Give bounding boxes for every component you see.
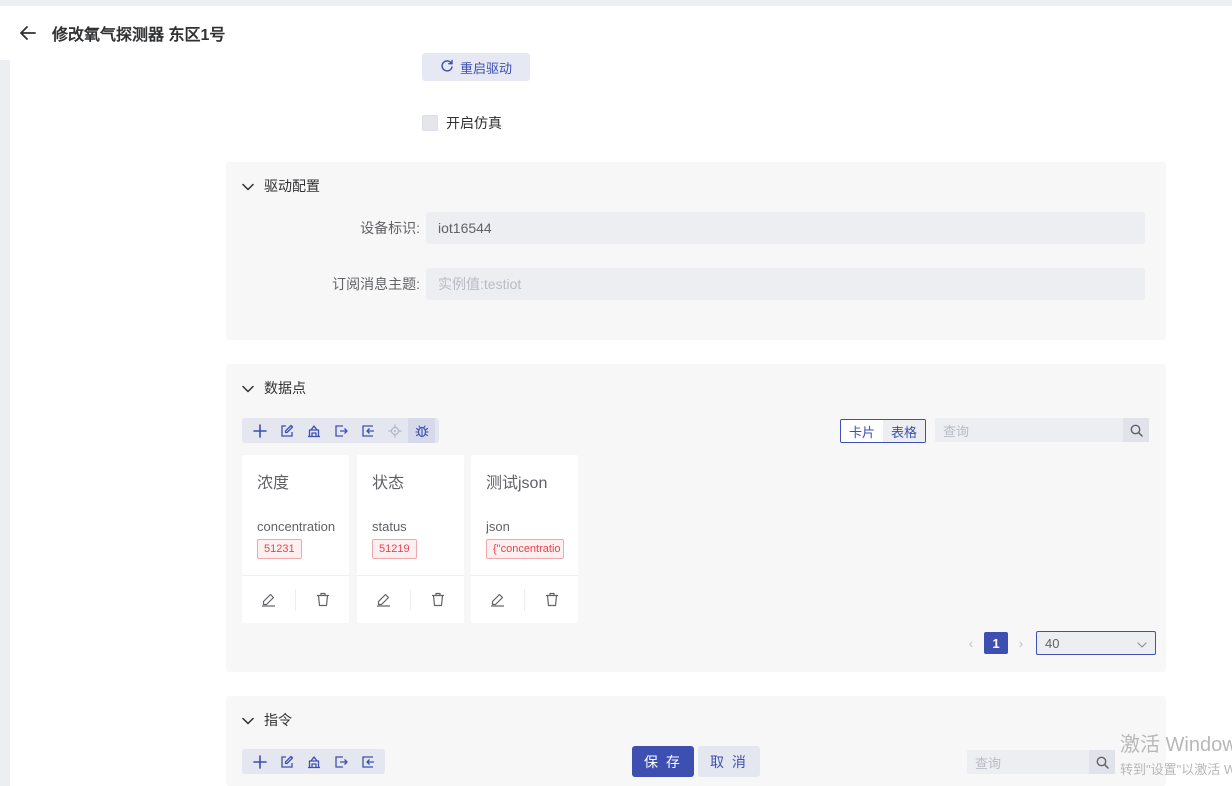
device-id-input[interactable]: iot16544 (426, 212, 1145, 244)
device-id-row: 设备标识: iot16544 (226, 212, 1166, 244)
save-button[interactable]: 保 存 (632, 746, 694, 777)
export-icon[interactable] (354, 418, 381, 443)
export-icon[interactable] (354, 749, 381, 774)
page-size-select[interactable]: 40 (1036, 631, 1156, 655)
datapoint-card: 浓度 concentration 51231 (242, 455, 349, 623)
datapoint-card-actions (357, 575, 464, 623)
restart-driver-button[interactable]: 重启驱动 (422, 53, 530, 81)
subscribe-topic-row: 订阅消息主题: 实例值:testiot (226, 268, 1166, 300)
search-icon[interactable] (1123, 418, 1149, 442)
edit-pencil-icon[interactable] (242, 588, 295, 612)
datapoint-card: 状态 status 51219 (357, 455, 464, 623)
search-icon[interactable] (1089, 750, 1115, 774)
delete-trash-icon[interactable] (296, 588, 349, 612)
page-title: 修改氧气探测器 东区1号 (52, 27, 226, 44)
building-icon[interactable] (300, 749, 327, 774)
commands-panel: 指令 查询 (226, 696, 1166, 786)
windows-activation-watermark: 激活 Windows 转到"设置"以激活 Windows。 (1120, 728, 1232, 778)
simulation-label: 开启仿真 (446, 115, 502, 131)
datapoint-card-key: concentration (257, 519, 336, 534)
import-icon[interactable] (327, 418, 354, 443)
datapoint-card-key: status (372, 519, 407, 534)
restart-driver-label: 重启驱动 (459, 60, 512, 76)
simulation-checkbox-row[interactable]: 开启仿真 (422, 113, 502, 133)
back-arrow-icon[interactable] (18, 23, 38, 43)
datapoint-card-value: {"concentratio (486, 539, 564, 559)
datapoints-panel: 数据点 卡片 表格 查询 浓度 concentration 51231 状态 s… (226, 364, 1166, 672)
chevron-down-icon (242, 380, 254, 396)
edit-pencil-icon[interactable] (471, 588, 524, 612)
building-icon[interactable] (300, 418, 327, 443)
next-page-icon[interactable]: › (1014, 635, 1028, 651)
watermark-line1: 激活 Windows (1120, 734, 1232, 756)
datapoints-toolbar (242, 418, 439, 443)
view-mode-toggle: 卡片 表格 (840, 419, 926, 443)
datapoint-card-value: 51231 (257, 539, 302, 559)
delete-trash-icon[interactable] (411, 588, 464, 612)
driver-config-panel: 驱动配置 设备标识: iot16544 订阅消息主题: 实例值:testiot (226, 162, 1166, 340)
commands-header[interactable]: 指令 (242, 710, 292, 730)
datapoint-card-key: json (486, 519, 510, 534)
commands-search: 查询 (967, 750, 1115, 774)
edit-icon[interactable] (273, 749, 300, 774)
datapoints-search: 查询 (935, 418, 1149, 442)
driver-config-header[interactable]: 驱动配置 (242, 176, 320, 196)
edit-pencil-icon[interactable] (357, 588, 410, 612)
pagination: ‹ 1 › 40 (964, 631, 1156, 655)
chevron-down-icon (1137, 636, 1147, 651)
page-header: 修改氧气探测器 东区1号 (0, 6, 1232, 60)
datapoint-card-title: 浓度 (257, 475, 290, 492)
view-table-option[interactable]: 表格 (883, 420, 925, 442)
import-icon[interactable] (327, 749, 354, 774)
cancel-button[interactable]: 取 消 (698, 746, 760, 777)
watermark-line2: 转到"设置"以激活 Windows。 (1120, 762, 1232, 777)
locate-icon[interactable] (381, 418, 408, 443)
left-gutter (0, 60, 10, 786)
datapoints-title: 数据点 (264, 380, 306, 396)
prev-page-icon[interactable]: ‹ (964, 635, 978, 651)
current-page[interactable]: 1 (984, 632, 1008, 654)
chevron-down-icon (242, 712, 254, 728)
chevron-down-icon (242, 178, 254, 194)
add-icon[interactable] (246, 749, 273, 774)
datapoints-search-input[interactable]: 查询 (935, 421, 1123, 440)
datapoints-header[interactable]: 数据点 (242, 378, 306, 398)
device-id-label: 设备标识: (360, 220, 420, 236)
page-size-value: 40 (1045, 635, 1060, 651)
datapoint-card-actions (471, 575, 578, 623)
commands-search-input[interactable]: 查询 (967, 753, 1089, 772)
datapoint-card: 测试json json {"concentratio (471, 455, 578, 623)
view-card-option[interactable]: 卡片 (841, 420, 883, 442)
subscribe-topic-input[interactable]: 实例值:testiot (426, 268, 1145, 300)
datapoint-card-value: 51219 (372, 539, 417, 559)
simulation-checkbox[interactable] (422, 115, 438, 131)
commands-toolbar (242, 749, 385, 774)
subscribe-topic-label: 订阅消息主题: (332, 276, 420, 292)
delete-trash-icon[interactable] (525, 588, 578, 612)
driver-config-title: 驱动配置 (264, 178, 320, 194)
debug-bug-icon[interactable] (408, 418, 435, 443)
refresh-icon (440, 59, 454, 76)
commands-title: 指令 (264, 712, 292, 728)
add-icon[interactable] (246, 418, 273, 443)
datapoint-card-title: 状态 (372, 475, 405, 492)
datapoint-card-actions (242, 575, 349, 623)
datapoint-card-title: 测试json (486, 475, 548, 492)
edit-icon[interactable] (273, 418, 300, 443)
